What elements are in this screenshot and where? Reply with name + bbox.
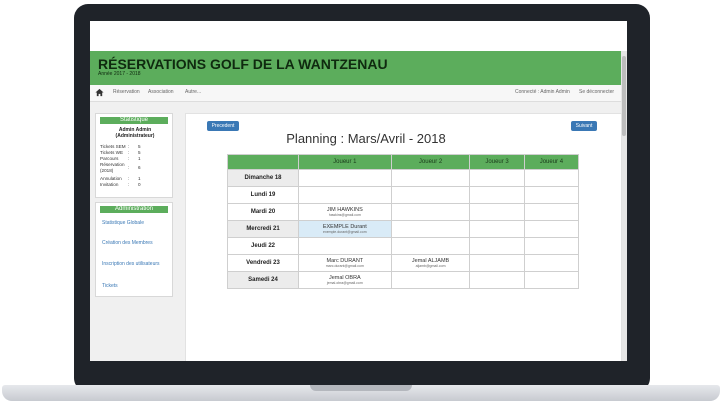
scroll-thumb[interactable] bbox=[622, 56, 626, 136]
player-slot[interactable] bbox=[469, 254, 525, 272]
stat-value: 5 bbox=[138, 144, 141, 149]
stat-label: Invitation bbox=[100, 182, 119, 187]
player-slot[interactable] bbox=[523, 254, 580, 272]
browser-viewport: RÉSERVATIONS GOLF DE LA WANTZENAU Année … bbox=[90, 21, 627, 361]
stat-label: Parcours bbox=[100, 156, 119, 161]
home-icon[interactable] bbox=[95, 88, 104, 97]
stat-value: 5 bbox=[138, 150, 141, 155]
table-row: Vendredi 23 Marc DURANT marc.durant@gmai… bbox=[227, 254, 580, 272]
nav-association[interactable]: Association bbox=[148, 89, 174, 95]
table-row: Lundi 19 bbox=[227, 186, 580, 204]
player-slot[interactable] bbox=[390, 271, 471, 289]
column-header: Joueur 1 bbox=[298, 154, 392, 170]
player-slot[interactable] bbox=[523, 271, 580, 289]
stat-colon: : bbox=[128, 176, 130, 181]
nav-other[interactable]: Autre... bbox=[185, 89, 201, 95]
player-slot[interactable] bbox=[390, 203, 471, 221]
table-row: Samedi 24 Jemal OBRA jemal.obra@gmail.co… bbox=[227, 271, 580, 289]
connected-user: Connecté : Admin Admin bbox=[515, 89, 570, 95]
previous-button[interactable]: Precedent bbox=[207, 121, 239, 131]
next-button[interactable]: Suivant bbox=[571, 121, 597, 131]
planning-title: Planning : Mars/Avril - 2018 bbox=[286, 131, 446, 146]
table-row: Mercredi 21 EXEMPLE Durant exemple.duran… bbox=[227, 220, 580, 238]
player-slot[interactable] bbox=[523, 186, 580, 204]
player-slot[interactable] bbox=[390, 169, 471, 187]
stats-panel-title: Statistique bbox=[100, 117, 168, 124]
player-slot[interactable]: Jemal OBRA jemal.obra@gmail.com bbox=[298, 271, 392, 289]
player-slot[interactable] bbox=[390, 186, 471, 204]
player-slot[interactable] bbox=[390, 237, 471, 255]
day-label: Vendredi 23 bbox=[227, 254, 299, 272]
player-slot[interactable] bbox=[298, 186, 392, 204]
player-slot[interactable] bbox=[523, 220, 580, 238]
day-label: Dimanche 18 bbox=[227, 169, 299, 187]
player-slot[interactable] bbox=[390, 220, 471, 238]
player-slot[interactable]: JIM HAWKINS hawkins@gmail.com bbox=[298, 203, 392, 221]
stat-label: Réservation (2018) bbox=[100, 162, 125, 173]
player-slot[interactable]: Jemal ALJAMB aljamb@gmail.com bbox=[390, 254, 471, 272]
table-row: Jeudi 22 bbox=[227, 237, 580, 255]
site-title: RÉSERVATIONS GOLF DE LA WANTZENAU bbox=[98, 56, 388, 72]
player-email: jemal.obra@gmail.com bbox=[326, 281, 363, 285]
player-slot[interactable]: Marc DURANT marc.durant@gmail.com bbox=[298, 254, 392, 272]
link-create-members[interactable]: Création des Membres bbox=[102, 240, 162, 247]
stat-value: 0 bbox=[138, 182, 141, 187]
stat-colon: : bbox=[128, 150, 130, 155]
day-label: Jeudi 22 bbox=[227, 237, 299, 255]
page-top-area bbox=[90, 21, 627, 51]
stat-value: 1 bbox=[138, 156, 141, 161]
navbar: Réservation Association Autre... Connect… bbox=[90, 85, 627, 102]
column-header bbox=[227, 154, 299, 170]
column-header: Joueur 2 bbox=[390, 154, 471, 170]
player-slot[interactable] bbox=[523, 169, 580, 187]
stat-colon: : bbox=[128, 156, 130, 161]
stat-colon: : bbox=[128, 182, 130, 187]
column-header: Joueur 4 bbox=[523, 154, 580, 170]
admin-panel: Administration Statistique Globale Créat… bbox=[95, 202, 173, 297]
stats-panel: Statistique Admin Admin (Administrateur)… bbox=[95, 113, 173, 198]
stat-label: Annulation bbox=[100, 176, 122, 181]
link-tickets[interactable]: Tickets bbox=[102, 283, 162, 290]
table-header-row: Joueur 1 Joueur 2 Joueur 3 Joueur 4 bbox=[227, 154, 580, 170]
table-row: Mardi 20 JIM HAWKINS hawkins@gmail.com bbox=[227, 203, 580, 221]
day-label: Mercredi 21 bbox=[227, 220, 299, 238]
player-email: exemple.durant@gmail.com bbox=[323, 230, 367, 234]
admin-panel-title: Administration bbox=[100, 206, 168, 213]
player-email: marc.durant@gmail.com bbox=[325, 264, 364, 268]
stat-label: Tickets SEM bbox=[100, 144, 126, 149]
player-email: hawkins@gmail.com bbox=[328, 213, 361, 217]
player-slot[interactable] bbox=[469, 220, 525, 238]
player-slot[interactable] bbox=[298, 237, 392, 255]
player-slot[interactable] bbox=[469, 169, 525, 187]
link-register-users[interactable]: Inscription des utilisateurs bbox=[102, 261, 162, 268]
stat-value: 6 bbox=[138, 165, 141, 170]
day-label: Mardi 20 bbox=[227, 203, 299, 221]
nav-reservation[interactable]: Réservation bbox=[113, 89, 140, 95]
player-slot[interactable] bbox=[523, 203, 580, 221]
table-row: Dimanche 18 bbox=[227, 169, 580, 187]
stats-user-role: (Administrateur) bbox=[115, 133, 155, 139]
stat-colon: : bbox=[128, 165, 130, 170]
stat-colon: : bbox=[128, 144, 130, 149]
stat-label: Tickets WE bbox=[100, 150, 124, 155]
day-label: Samedi 24 bbox=[227, 271, 299, 289]
site-subtitle: Année 2017 - 2018 bbox=[98, 71, 141, 77]
player-slot[interactable] bbox=[469, 271, 525, 289]
player-slot[interactable] bbox=[298, 169, 392, 187]
player-slot[interactable] bbox=[523, 237, 580, 255]
logout-link[interactable]: Se déconnecter bbox=[579, 89, 614, 95]
planning-table: Joueur 1 Joueur 2 Joueur 3 Joueur 4 Dima… bbox=[227, 154, 580, 289]
column-header: Joueur 3 bbox=[469, 154, 525, 170]
player-email: aljamb@gmail.com bbox=[415, 264, 446, 268]
player-slot[interactable] bbox=[469, 237, 525, 255]
laptop-notch bbox=[310, 385, 412, 391]
player-slot-highlighted[interactable]: EXEMPLE Durant exemple.durant@gmail.com bbox=[298, 220, 392, 238]
player-slot[interactable] bbox=[469, 186, 525, 204]
player-slot[interactable] bbox=[469, 203, 525, 221]
stat-value: 1 bbox=[138, 176, 141, 181]
link-global-stats[interactable]: Statistique Globale bbox=[102, 220, 162, 227]
day-label: Lundi 19 bbox=[227, 186, 299, 204]
